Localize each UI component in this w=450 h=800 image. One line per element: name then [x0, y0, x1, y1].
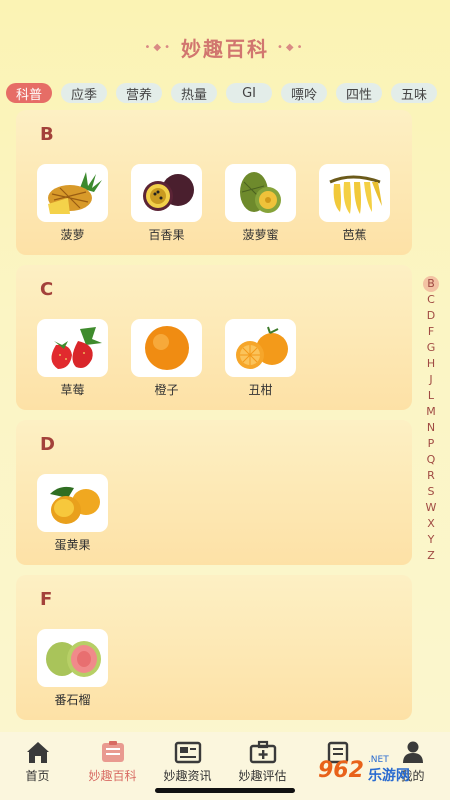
index-letter-p[interactable]: P	[423, 436, 439, 452]
passion-fruit-image	[131, 164, 202, 222]
page-title: 妙趣百科	[181, 36, 269, 61]
section-letter: F	[40, 589, 53, 610]
index-letter-x[interactable]: X	[423, 516, 439, 532]
index-letter-m[interactable]: M	[423, 404, 439, 420]
fruit-item-strawberry[interactable]: 草莓	[37, 319, 108, 398]
index-letter-f[interactable]: F	[423, 324, 439, 340]
title-wrap: •◆• 妙趣百科 •◆•	[145, 33, 306, 62]
section-items: 菠萝 百香果 菠萝蜜 芭蕉	[37, 164, 390, 243]
item-label: 菠萝	[60, 228, 85, 242]
item-label: 芭蕉	[342, 228, 367, 242]
tab-piaoling[interactable]: 嘌呤	[280, 83, 327, 103]
header: •◆• 妙趣百科 •◆•	[0, 0, 450, 74]
nav-label: 妙趣评估	[238, 769, 287, 783]
nav-label: 首页	[25, 769, 50, 783]
plantain-image	[319, 164, 390, 222]
title-deco-left: •◆•	[144, 41, 173, 53]
section-items: 番石榴	[37, 629, 108, 708]
fruit-item-passion-fruit[interactable]: 百香果	[131, 164, 202, 243]
item-label: 橙子	[154, 383, 179, 397]
section-f: F 番石榴	[16, 575, 412, 720]
medical-kit-icon	[249, 739, 277, 765]
section-items: 草莓 橙子 丑柑	[37, 319, 296, 398]
index-letter-z[interactable]: Z	[423, 548, 439, 564]
index-letter-g[interactable]: G	[423, 340, 439, 356]
index-letter-w[interactable]: W	[423, 500, 439, 516]
fruit-item-pineapple[interactable]: 菠萝	[37, 164, 108, 243]
tab-sixing[interactable]: 四性	[336, 83, 383, 103]
strawberry-image	[37, 319, 108, 377]
index-letter-j[interactable]: J	[423, 372, 439, 388]
fruit-item-jackfruit[interactable]: 菠萝蜜	[225, 164, 296, 243]
section-letter: C	[40, 279, 54, 300]
encyclopedia-icon	[99, 739, 127, 765]
watermark-logo: 962 .NET 乐游网	[318, 748, 446, 792]
fruit-list: B 菠萝 百香果 菠萝蜜 芭蕉 C 草莓 橙子 丑柑 D 蛋黄果 F 番石榴	[16, 110, 412, 730]
section-letter: D	[40, 434, 55, 455]
nav-label: 妙趣资讯	[163, 769, 212, 783]
title-deco-right: •◆•	[277, 41, 306, 53]
index-letter-n[interactable]: N	[423, 420, 439, 436]
section-c: C 草莓 橙子 丑柑	[16, 265, 412, 410]
section-letter: B	[40, 124, 54, 145]
item-label: 百香果	[148, 228, 185, 242]
watermark-en: .NET	[367, 755, 389, 765]
index-letter-c[interactable]: C	[423, 292, 439, 308]
orange-image	[131, 319, 202, 377]
tab-gi[interactable]: GI	[226, 83, 272, 103]
tab-yingyang[interactable]: 营养	[116, 83, 163, 103]
section-b: B 菠萝 百香果 菠萝蜜 芭蕉	[16, 110, 412, 255]
index-letter-s[interactable]: S	[423, 484, 439, 500]
tab-wuwei[interactable]: 五味	[391, 83, 438, 103]
ugly-tangerine-image	[225, 319, 296, 377]
home-icon	[24, 739, 52, 765]
section-items: 蛋黄果	[37, 474, 108, 553]
tab-yingji[interactable]: 应季	[61, 83, 108, 103]
index-letter-y[interactable]: Y	[423, 532, 439, 548]
nav-home[interactable]: 首页	[0, 739, 75, 800]
section-d: D 蛋黄果	[16, 420, 412, 565]
item-label: 菠萝蜜	[242, 228, 279, 242]
watermark-cn: 乐游网	[367, 768, 410, 784]
index-letter-r[interactable]: R	[423, 468, 439, 484]
jackfruit-image	[225, 164, 296, 222]
nav-encyclopedia[interactable]: 妙趣百科	[75, 739, 150, 800]
tab-kepu[interactable]: 科普	[6, 83, 53, 103]
item-label: 草莓	[60, 383, 85, 397]
alphabet-index: B C D F G H J L M N P Q R S W X Y Z	[422, 276, 440, 564]
item-label: 丑柑	[248, 383, 273, 397]
index-letter-l[interactable]: L	[423, 388, 439, 404]
tab-reliang[interactable]: 热量	[171, 83, 218, 103]
nav-label: 妙趣百科	[88, 769, 137, 783]
fruit-item-guava[interactable]: 番石榴	[37, 629, 108, 708]
watermark-text: .NET 乐游网	[368, 755, 410, 785]
watermark-number: 962	[318, 757, 364, 783]
item-label: 蛋黄果	[54, 538, 91, 552]
index-letter-q[interactable]: Q	[423, 452, 439, 468]
home-indicator	[155, 788, 295, 793]
pineapple-image	[37, 164, 108, 222]
index-letter-h[interactable]: H	[423, 356, 439, 372]
index-letter-d[interactable]: D	[423, 308, 439, 324]
index-letter-b[interactable]: B	[423, 276, 439, 292]
fruit-item-canistel[interactable]: 蛋黄果	[37, 474, 108, 553]
news-icon	[174, 739, 202, 765]
canistel-image	[37, 474, 108, 532]
fruit-item-ugly-tangerine[interactable]: 丑柑	[225, 319, 296, 398]
fruit-item-plantain[interactable]: 芭蕉	[319, 164, 390, 243]
fruit-item-orange[interactable]: 橙子	[131, 319, 202, 398]
category-tabs: 科普 应季 营养 热量 GI 嘌呤 四性 五味	[0, 82, 450, 104]
item-label: 番石榴	[54, 693, 91, 707]
guava-image	[37, 629, 108, 687]
